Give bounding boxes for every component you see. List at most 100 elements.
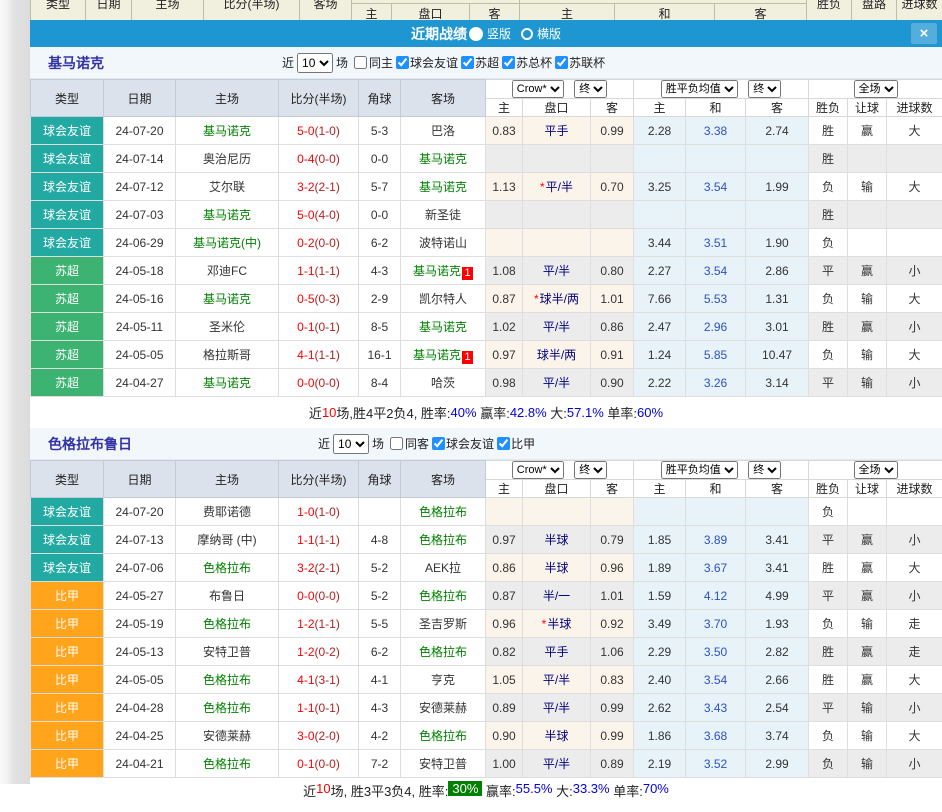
away-team[interactable]: 色格拉布	[401, 722, 486, 750]
match-date: 24-05-16	[104, 285, 176, 313]
home-team[interactable]: 色格拉布	[176, 666, 279, 694]
full-score: 1-1	[297, 533, 314, 547]
scope-select[interactable]: 全场	[854, 80, 898, 98]
avg-odds-select[interactable]: 胜平负均值	[661, 461, 738, 479]
euro-home-odds: 1.24	[634, 341, 686, 369]
away-team[interactable]: 安德莱赫	[401, 694, 486, 722]
home-team[interactable]: 艾尔联	[176, 173, 279, 201]
away-team[interactable]: 基马诺克	[401, 145, 486, 173]
away-team[interactable]: 巴洛	[401, 117, 486, 145]
league-badge: 比甲	[31, 582, 104, 610]
home-team[interactable]: 费耶诺德	[176, 498, 279, 526]
away-team[interactable]: 圣吉罗斯	[401, 610, 486, 638]
away-team[interactable]: AEK拉	[401, 554, 486, 582]
league-checkbox[interactable]	[461, 56, 474, 69]
home-team[interactable]: 邓迪FC	[176, 257, 279, 285]
close-icon[interactable]: ×	[911, 23, 937, 44]
euro-away-odds: 2.99	[746, 750, 809, 778]
summary-part: 单率:	[604, 403, 637, 422]
scope-select[interactable]: 全场	[854, 461, 898, 479]
handicap-line	[523, 229, 591, 257]
crow-away-odds: 0.99	[591, 722, 634, 750]
away-team[interactable]: 基马诺克	[401, 313, 486, 341]
home-team[interactable]: 安德莱赫	[176, 722, 279, 750]
away-team[interactable]: 波特诺山	[401, 229, 486, 257]
home-team[interactable]: 色格拉布	[176, 610, 279, 638]
same-venue-checkbox[interactable]	[390, 437, 403, 450]
away-team[interactable]: 基马诺克1	[401, 341, 486, 369]
home-team[interactable]: 安特卫普	[176, 638, 279, 666]
away-team[interactable]: 色格拉布	[401, 582, 486, 610]
crow-company-select[interactable]: Crow*	[512, 461, 564, 479]
match-result: 平	[809, 369, 848, 397]
corner-score: 0-0	[359, 201, 401, 229]
same-venue-checkbox[interactable]	[354, 56, 367, 69]
league-filter-group: 球会友谊比甲	[429, 435, 535, 453]
home-team[interactable]: 基马诺克	[176, 285, 279, 313]
final-euro-select[interactable]: 终	[748, 80, 781, 98]
euro-home-odds: 2.62	[634, 694, 686, 722]
crow-home-odds: 1.13	[486, 173, 523, 201]
corner-score: 6-2	[359, 638, 401, 666]
league-checkbox[interactable]	[396, 56, 409, 69]
euro-away-odds	[746, 145, 809, 173]
handicap-result: 赢	[848, 117, 887, 145]
crow-company-select[interactable]: Crow*	[512, 80, 564, 98]
away-team[interactable]: 基马诺克1	[401, 257, 486, 285]
final-odds-select[interactable]: 终	[574, 461, 607, 479]
home-team[interactable]: 色格拉布	[176, 750, 279, 778]
euro-away-odds: 10.47	[746, 341, 809, 369]
full-score: 5-0	[297, 124, 314, 138]
league-checkbox[interactable]	[497, 437, 510, 450]
handicap-result: 输	[848, 694, 887, 722]
euro-draw-odds: 3.54	[686, 257, 746, 285]
euro-home-odds: 3.49	[634, 610, 686, 638]
col-corner: 角球	[359, 80, 401, 117]
euro-away-odds: 2.86	[746, 257, 809, 285]
filter-bar: 近 10 场 同主 球会友谊苏超苏总杯苏联杯	[282, 47, 605, 78]
away-team[interactable]: 凯尔特人	[401, 285, 486, 313]
away-team[interactable]: 基马诺克	[401, 173, 486, 201]
home-team[interactable]: 摩纳哥 (中)	[176, 526, 279, 554]
league-checkbox[interactable]	[555, 56, 568, 69]
half-score: (0-2)	[315, 645, 340, 659]
home-team[interactable]: 圣米伦	[176, 313, 279, 341]
section-header-kilmarnock: 基马诺克 近 10 场 同主 球会友谊苏超苏总杯苏联杯	[30, 47, 942, 79]
home-team[interactable]: 基马诺克	[176, 117, 279, 145]
home-team[interactable]: 基马诺克	[176, 201, 279, 229]
match-count-select[interactable]: 10	[333, 434, 369, 454]
home-team[interactable]: 奥治尼历	[176, 145, 279, 173]
away-team[interactable]: 色格拉布	[401, 526, 486, 554]
home-team[interactable]: 布鲁日	[176, 582, 279, 610]
summary-part: 大:	[547, 403, 567, 422]
match-count-select[interactable]: 10	[297, 53, 333, 73]
crow-home-odds: 1.00	[486, 750, 523, 778]
match-row: 球会友谊24-07-03基马诺克5-0(4-0)0-0新圣徒胜	[31, 201, 942, 229]
away-team[interactable]: 色格拉布	[401, 498, 486, 526]
horizontal-radio[interactable]	[521, 28, 533, 40]
summary-part: 场,胜4平2负4, 胜率:	[336, 403, 450, 422]
home-team[interactable]: 格拉斯哥	[176, 341, 279, 369]
away-team[interactable]: 安特卫普	[401, 750, 486, 778]
league-checkbox[interactable]	[432, 437, 445, 450]
vertical-radio-selected[interactable]	[469, 27, 483, 41]
final-odds-select[interactable]: 终	[574, 80, 607, 98]
euro-home-odds: 2.19	[634, 750, 686, 778]
away-team[interactable]: 色格拉布	[401, 638, 486, 666]
away-team[interactable]: 亨克	[401, 666, 486, 694]
full-half-score: 3-0(2-0)	[279, 722, 359, 750]
changed-line-star: *	[534, 292, 539, 306]
away-team[interactable]: 新圣徒	[401, 201, 486, 229]
team-name-title: 基马诺克	[48, 53, 104, 73]
avg-odds-select[interactable]: 胜平负均值	[661, 80, 738, 98]
home-team[interactable]: 色格拉布	[176, 694, 279, 722]
euro-draw-odds: 3.38	[686, 117, 746, 145]
half-score: (0-0)	[315, 589, 340, 603]
league-checkbox[interactable]	[502, 56, 515, 69]
home-team[interactable]: 基马诺克(中)	[176, 229, 279, 257]
home-team[interactable]: 基马诺克	[176, 369, 279, 397]
away-team[interactable]: 哈茨	[401, 369, 486, 397]
final-euro-select[interactable]: 终	[748, 461, 781, 479]
corner-score: 4-3	[359, 257, 401, 285]
home-team[interactable]: 色格拉布	[176, 554, 279, 582]
